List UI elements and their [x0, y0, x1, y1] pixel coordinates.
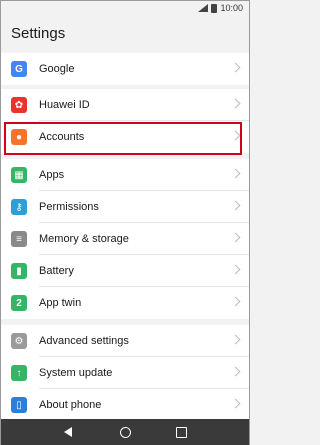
home-icon[interactable] — [118, 425, 132, 439]
settings-item-permissions[interactable]: ⚷ Permissions — [1, 191, 249, 223]
chevron-right-icon — [230, 334, 241, 345]
settings-item-app-twin[interactable]: 2 App twin — [1, 287, 249, 319]
back-icon[interactable] — [62, 425, 76, 439]
settings-item-label: Apps — [39, 169, 65, 181]
settings-group-system: ⚙ Advanced settings ↑ System update ▯ Ab… — [1, 325, 249, 421]
apps-icon: ▦ — [11, 167, 27, 183]
system-update-icon: ↑ — [11, 365, 27, 381]
status-time: 10:00 — [220, 3, 243, 13]
settings-item-about-phone[interactable]: ▯ About phone — [1, 389, 249, 421]
chevron-right-icon — [230, 264, 241, 275]
settings-group-google: G Google — [1, 53, 249, 85]
chevron-right-icon — [230, 296, 241, 307]
battery-status-icon — [211, 3, 218, 13]
settings-item-google[interactable]: G Google — [1, 53, 249, 85]
battery-icon: ▮ — [11, 263, 27, 279]
chevron-right-icon — [230, 130, 241, 141]
accounts-icon: ● — [11, 129, 27, 145]
chevron-right-icon — [230, 398, 241, 409]
gear-icon: ⚙ — [11, 333, 27, 349]
chevron-right-icon — [230, 62, 241, 73]
settings-item-memory-storage[interactable]: ≡ Memory & storage — [1, 223, 249, 255]
settings-item-huawei-id[interactable]: ✿ Huawei ID — [1, 89, 249, 121]
chevron-right-icon — [230, 200, 241, 211]
settings-item-label: System update — [39, 367, 113, 379]
recent-apps-icon[interactable] — [174, 425, 188, 439]
signal-icon — [196, 4, 209, 12]
google-icon: G — [11, 61, 27, 77]
navigation-bar — [1, 419, 249, 445]
page-title: Settings — [11, 25, 66, 42]
key-icon: ⚷ — [11, 199, 27, 215]
status-bar: 10:00 — [1, 1, 249, 15]
settings-item-advanced-settings[interactable]: ⚙ Advanced settings — [1, 325, 249, 357]
settings-group-accounts: ✿ Huawei ID ● Accounts — [1, 89, 249, 153]
phone-icon: ▯ — [11, 397, 27, 413]
chevron-right-icon — [230, 168, 241, 179]
settings-item-label: Permissions — [39, 201, 99, 213]
settings-item-label: Advanced settings — [39, 335, 129, 347]
settings-group-apps: ▦ Apps ⚷ Permissions ≡ Memory & storage … — [1, 159, 249, 319]
huawei-icon: ✿ — [11, 97, 27, 113]
app-twin-icon: 2 — [11, 295, 27, 311]
settings-item-label: Battery — [39, 265, 74, 277]
settings-item-label: Memory & storage — [39, 233, 129, 245]
chevron-right-icon — [230, 232, 241, 243]
settings-item-label: App twin — [39, 297, 82, 309]
settings-item-label: About phone — [39, 399, 102, 411]
settings-item-label: Accounts — [39, 131, 85, 143]
storage-icon: ≡ — [11, 231, 27, 247]
settings-item-label: Google — [39, 63, 75, 75]
chevron-right-icon — [230, 98, 241, 109]
settings-item-battery[interactable]: ▮ Battery — [1, 255, 249, 287]
settings-item-label: Huawei ID — [39, 99, 90, 111]
settings-item-apps[interactable]: ▦ Apps — [1, 159, 249, 191]
settings-item-system-update[interactable]: ↑ System update — [1, 357, 249, 389]
chevron-right-icon — [230, 366, 241, 377]
settings-item-accounts[interactable]: ● Accounts — [1, 121, 249, 153]
